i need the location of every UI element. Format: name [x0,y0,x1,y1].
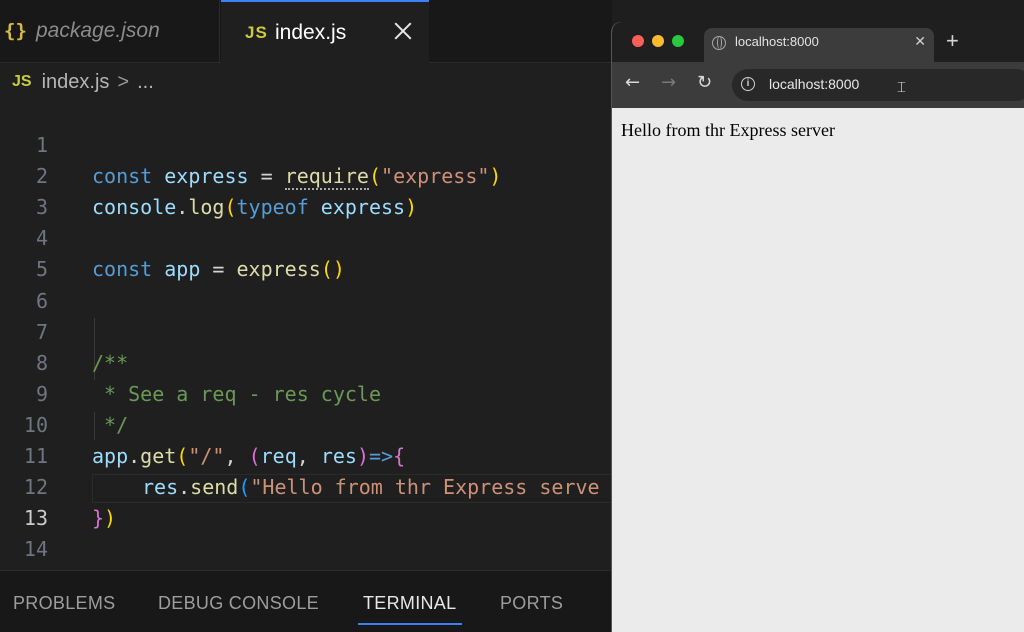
code-line-3: 3 [0,161,612,219]
code-line-6: 6 [0,255,612,313]
bottom-panel-tabs: PROBLEMS DEBUG CONSOLE TERMINAL PORTS [0,570,612,632]
tab-debug-console[interactable]: DEBUG CONSOLE [158,593,319,614]
code-line-11: 11 res.send("Hello from thr Express serv… [0,410,612,499]
browser-window: localhost:8000 ✕ + ← → ↻ i localhost:800… [611,22,1024,632]
code-line-1: 1 const express = require("express") [0,99,612,190]
tab-label: index.js [275,20,347,44]
code-editor: {} package.json JS index.js JS index.js … [0,0,612,632]
window-close-button[interactable] [632,35,644,47]
editor-tab-bar: {} package.json JS index.js [0,0,612,63]
globe-icon [712,36,726,50]
tab-problems[interactable]: PROBLEMS [13,593,115,614]
js-file-icon: JS [12,73,32,90]
tab-index-js[interactable]: JS index.js [221,0,429,63]
code-line-2: 2 console.log(typeof express) [0,130,612,219]
forward-arrow-icon[interactable]: → [661,72,676,93]
code-line-8: 8 * See a req - res cycle [0,317,612,406]
code-line-7: 7 /** [0,286,612,375]
window-zoom-button[interactable] [672,35,684,47]
breadcrumb-symbols[interactable]: ... [137,71,154,94]
back-arrow-icon[interactable]: ← [625,72,640,93]
close-icon[interactable] [393,21,413,41]
code-line-10: 10 app.get("/", (req, res)=>{ [0,379,612,468]
text-cursor-icon: ⌶ [897,78,907,96]
browser-toolbar: ← → ↻ i localhost:8000 ⌶ [612,62,1024,108]
close-icon[interactable]: ✕ [914,34,926,50]
browser-tab[interactable]: localhost:8000 ✕ [704,28,934,62]
code-line-12: 12 }) [0,441,612,530]
tab-label: package.json [36,19,160,42]
js-file-icon: JS [245,22,268,42]
page-content: Hello from thr Express server [612,108,1024,632]
browser-titlebar: localhost:8000 ✕ + [612,22,1024,62]
breadcrumb-separator: > [117,70,130,93]
code-line-4: 4 const app = express() [0,192,612,281]
code-line-5: 5 [0,223,612,281]
breadcrumb-file[interactable]: index.js [42,71,110,94]
json-braces-icon: {} [4,20,27,42]
page-body-text: Hello from thr Express server [621,120,835,140]
address-bar[interactable]: i localhost:8000 ⌶ [732,69,1024,101]
code-line-14: 14 [0,503,612,561]
tab-ports[interactable]: PORTS [500,593,563,614]
info-icon[interactable]: i [741,77,755,91]
tab-terminal[interactable]: TERMINAL [363,593,456,614]
tab-package-json[interactable]: {} package.json [0,0,220,62]
browser-tab-title: localhost:8000 [735,34,819,49]
code-line-13: 13 [0,472,612,530]
reload-icon[interactable]: ↻ [697,72,712,93]
code-line-9: 9 */ [0,348,612,437]
window-minimize-button[interactable] [652,35,664,47]
code-line-15: 15 /** [0,534,612,623]
breadcrumb: JS index.js > ... [12,68,154,96]
url-text[interactable]: localhost:8000 [769,76,859,92]
active-tab-indicator [358,623,462,625]
new-tab-icon[interactable]: + [946,28,959,54]
